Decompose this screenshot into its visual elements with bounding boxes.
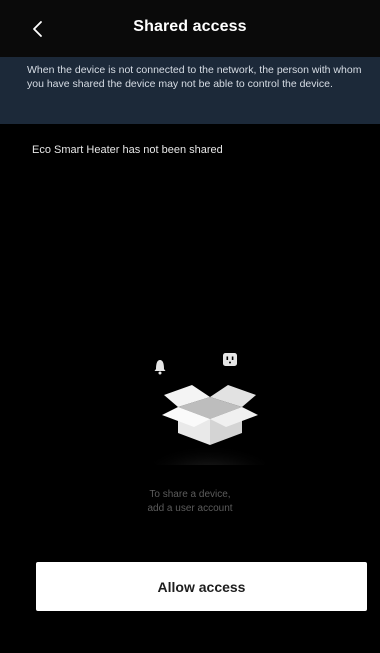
allow-access-button[interactable]: Allow access [36, 562, 367, 611]
header-bar: Shared access [0, 0, 380, 57]
bell-icon [154, 360, 166, 375]
page-title: Shared access [133, 18, 247, 35]
empty-box-illustration [148, 353, 272, 465]
share-status-text: Eco Smart Heater has not been shared [32, 144, 223, 156]
network-notice-banner: When the device is not connected to the … [0, 57, 380, 124]
socket-icon [223, 353, 237, 366]
empty-state-line1: To share a device, [149, 489, 231, 500]
empty-state-caption: To share a device, add a user account [0, 488, 380, 516]
empty-state-line2: add a user account [147, 503, 233, 514]
